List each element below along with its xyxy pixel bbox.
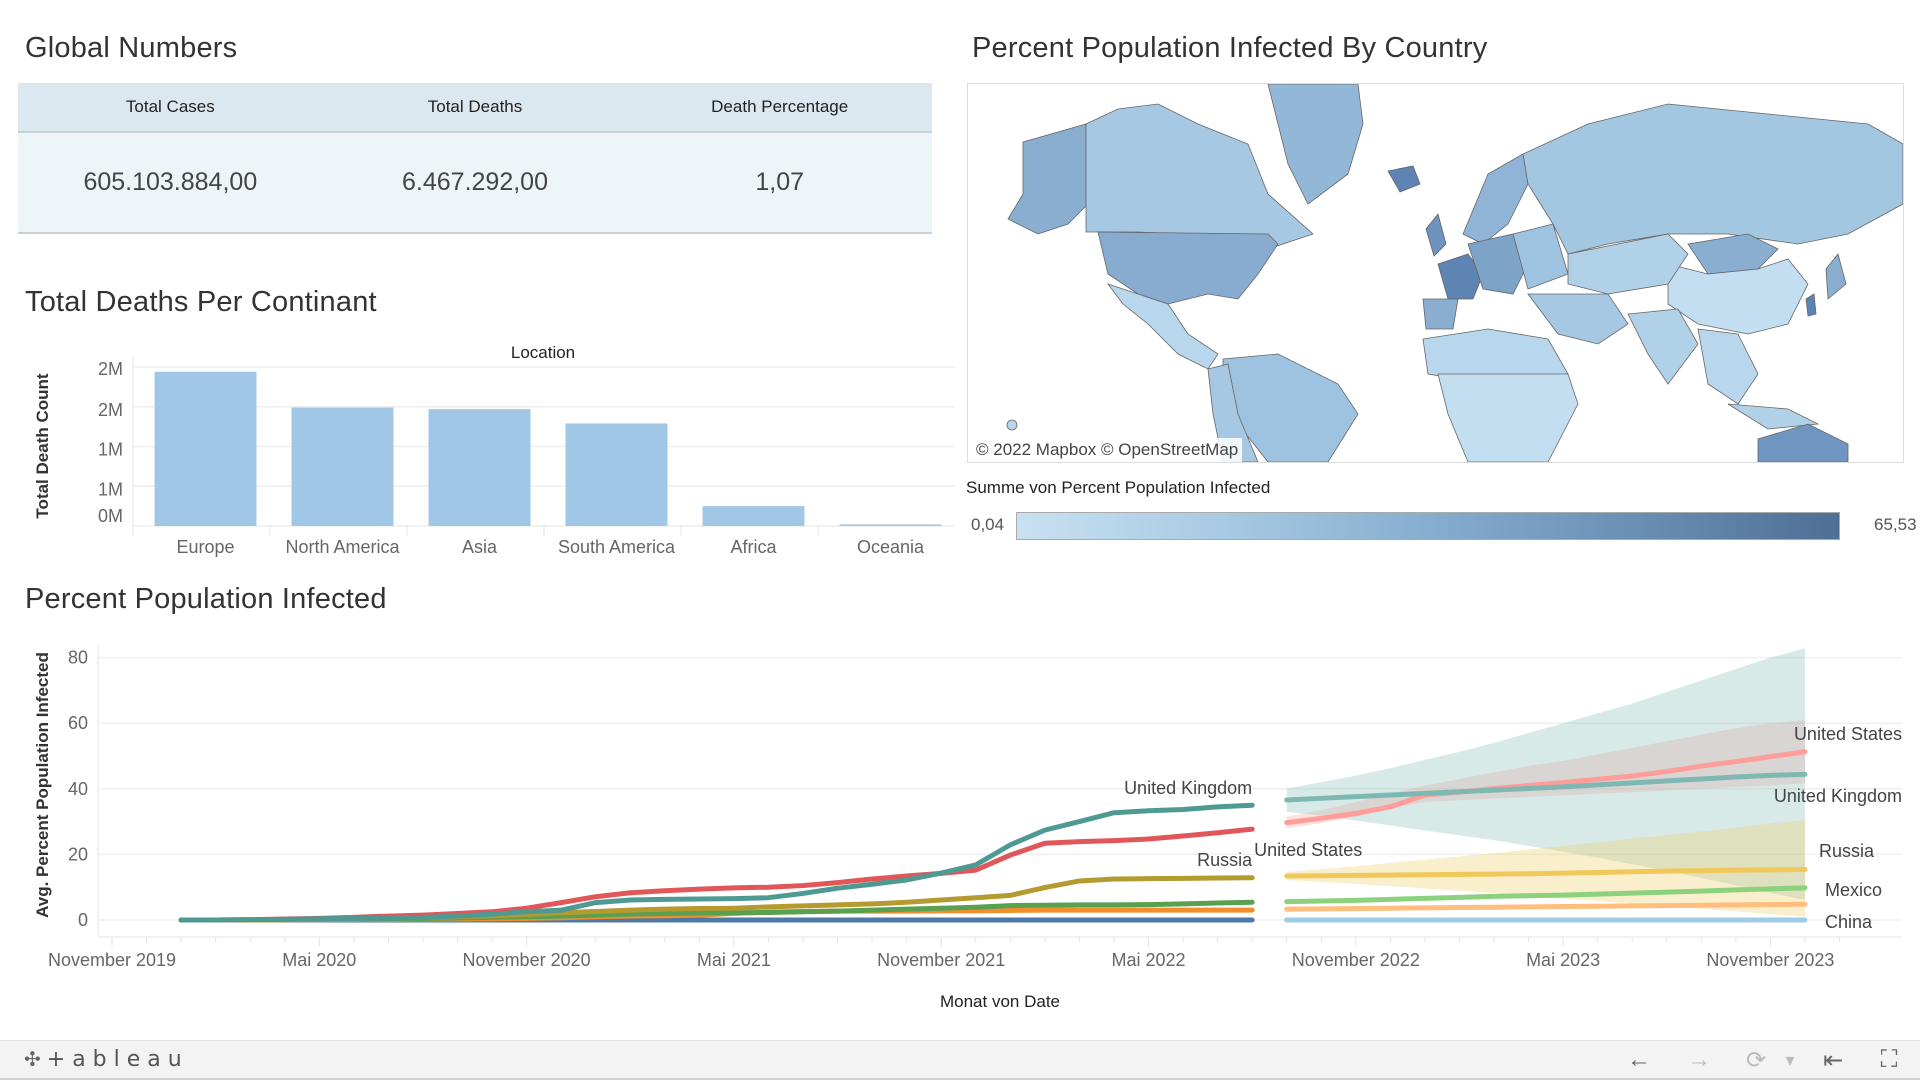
label-end-united-states: United States: [1794, 724, 1902, 744]
header-death-percentage: Death Percentage: [711, 97, 849, 116]
world-map[interactable]: © 2022 Mapbox © OpenStreetMap: [967, 83, 1904, 463]
country-iceland: [1387, 165, 1421, 193]
country-hawaii: [1006, 419, 1018, 431]
country-spain: [1422, 298, 1459, 330]
fullscreen-button[interactable]: ⛶: [1874, 1045, 1904, 1075]
map-attribution[interactable]: © 2022 Mapbox © OpenStreetMap: [972, 438, 1243, 462]
header-total-deaths: Total Deaths: [427, 97, 523, 116]
line-y-tick-label: 20: [68, 844, 88, 864]
bar-x-tick-label: Africa: [730, 537, 777, 557]
bar-x-tick-label: Europe: [176, 537, 234, 557]
revert-icon: ⟳: [1745, 1046, 1767, 1074]
bar-south-america: [565, 423, 668, 526]
bar-x-tick-label: North America: [285, 537, 400, 557]
tableau-wordmark: +ableau: [46, 1047, 189, 1072]
reset-to-start-icon: ⇤: [1822, 1046, 1844, 1074]
country-japan: [1825, 253, 1847, 300]
country-middle-east: [1527, 293, 1629, 345]
bar-africa: [702, 506, 805, 526]
map-legend-color-ramp: [1016, 512, 1840, 540]
arrow-right-icon: →: [1687, 1046, 1711, 1073]
label-mid-united-kingdom: United Kingdom: [1124, 778, 1252, 798]
country-russia: [1522, 103, 1903, 255]
tableau-toolbar: ✣ +ableau ← → ⟳ ▾ ⇤ ⛶: [0, 1040, 1920, 1080]
label-end-china: China: [1825, 912, 1873, 932]
tableau-logo[interactable]: ✣ +ableau: [24, 1047, 189, 1072]
revert-button[interactable]: ⟳: [1740, 1045, 1772, 1075]
line-x-tick-label: Mai 2021: [697, 950, 771, 970]
country-australia: [1757, 423, 1849, 462]
caret-down-icon: ▾: [1785, 1049, 1795, 1070]
deaths-per-continent-title: Total Deaths Per Continant: [25, 286, 377, 318]
line-x-axis-title: Monat von Date: [940, 992, 1060, 1011]
country-africa-central: [1437, 373, 1579, 462]
bar-y-tick-label: 2M: [98, 400, 123, 420]
world-map-shapes[interactable]: [968, 84, 1903, 462]
label-mid-russia: Russia: [1197, 850, 1253, 870]
reset-button[interactable]: ⇤: [1818, 1045, 1848, 1075]
country-alaska: [1007, 123, 1087, 235]
bar-y-tick-label: 2M: [98, 359, 123, 379]
label-end-mexico: Mexico: [1825, 880, 1882, 900]
line-x-tick-label: Mai 2023: [1526, 950, 1600, 970]
header-total-cases: Total Cases: [125, 97, 215, 116]
arrow-left-icon: ←: [1627, 1046, 1651, 1073]
deaths-bar-chart: Location Total Death Count 0M 1M 1M 2M 2M Europ…: [33, 343, 955, 557]
line-x-tick-label: November 2021: [877, 950, 1005, 970]
line-x-tick-label: November 2019: [48, 950, 176, 970]
percent-infected-title: Percent Population Infected: [25, 583, 387, 615]
line-x-tick-label: Mai 2020: [282, 950, 356, 970]
map-title: Percent Population Infected By Country: [972, 32, 1488, 64]
revert-dropdown-button[interactable]: ▾: [1780, 1045, 1800, 1075]
redo-button[interactable]: →: [1684, 1045, 1714, 1075]
label-mid-united-states: United States: [1254, 840, 1362, 860]
label-end-russia: Russia: [1819, 841, 1875, 861]
tableau-logo-icon: ✣: [24, 1049, 41, 1071]
bar-x-axis-title: Location: [511, 343, 575, 362]
value-death-percentage[interactable]: 1,07: [627, 133, 932, 232]
bar-x-tick-label: Asia: [462, 537, 498, 557]
global-numbers-title: Global Numbers: [25, 32, 238, 64]
country-scandinavia: [1462, 153, 1529, 245]
line-y-tick-label: 60: [68, 713, 88, 733]
map-legend-min: 0,04: [971, 515, 1005, 534]
line-x-tick-label: November 2022: [1292, 950, 1420, 970]
bar-y-axis-title: Total Death Count: [33, 373, 52, 518]
bar-asia: [428, 409, 531, 526]
global-numbers-table: Total Cases Total Deaths Death Percentag…: [18, 83, 932, 234]
line-x-tick-label: November 2023: [1706, 950, 1834, 970]
line-x-tick-label: Mai 2022: [1111, 950, 1185, 970]
line-y-tick-label: 40: [68, 779, 88, 799]
country-southeast-asia: [1697, 328, 1759, 405]
country-south-korea: [1805, 293, 1817, 317]
country-greenland: [1267, 84, 1364, 205]
fullscreen-icon: ⛶: [1880, 1046, 1898, 1073]
value-total-cases[interactable]: 605.103.884,00: [18, 133, 323, 232]
line-y-tick-label: 80: [68, 648, 88, 668]
country-uk: [1425, 213, 1447, 257]
bar-x-tick-label: South America: [558, 537, 676, 557]
line-y-axis-title: Avg. Percent Population Infected: [33, 652, 52, 918]
bar-europe: [154, 371, 257, 526]
country-india: [1627, 308, 1699, 385]
bar-y-tick-label: 1M: [98, 440, 123, 460]
map-legend-max: 65,53: [1874, 515, 1917, 534]
bar-north-america: [291, 407, 394, 526]
bar-oceania: [839, 524, 942, 526]
kpi-header-row: Total Cases Total Deaths Death Percentag…: [18, 83, 932, 133]
undo-button[interactable]: ←: [1624, 1045, 1654, 1075]
map-legend-title: Summe von Percent Population Infected: [966, 478, 1271, 497]
bar-x-tick-label: Oceania: [857, 537, 925, 557]
line-x-tick-label: November 2020: [463, 950, 591, 970]
bar-y-tick-label: 1M: [98, 479, 123, 499]
percent-infected-line-chart: 0 20 40 60 80 Avg. Percent Population Infecte…: [33, 645, 1902, 1011]
bar-y-tick-label: 0M: [98, 506, 123, 526]
line-y-tick-label: 0: [78, 910, 88, 930]
value-total-deaths[interactable]: 6.467.292,00: [323, 133, 628, 232]
label-end-united-kingdom: United Kingdom: [1774, 786, 1902, 806]
kpi-value-row[interactable]: 605.103.884,00 6.467.292,00 1,07: [18, 133, 932, 234]
